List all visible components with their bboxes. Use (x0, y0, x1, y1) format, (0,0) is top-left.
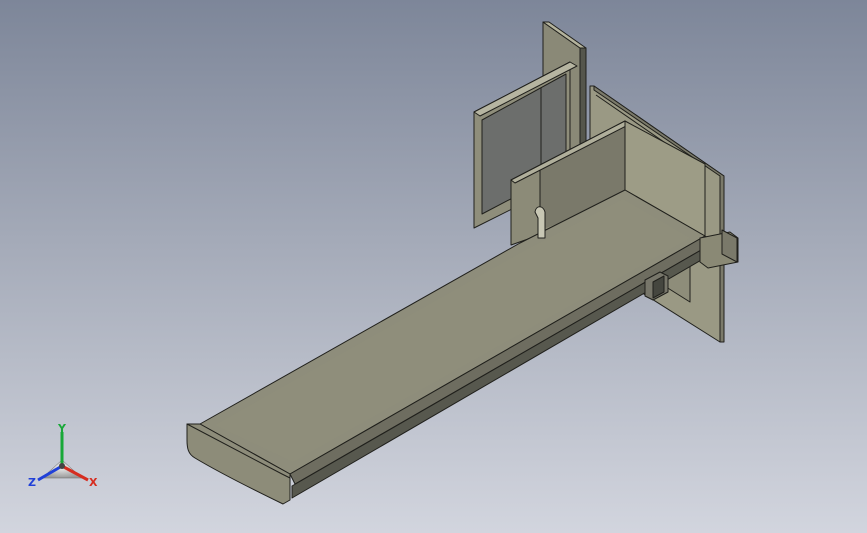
view-orientation-triad[interactable]: Y X Z (0, 0, 867, 533)
triad-label-y: Y (57, 422, 67, 435)
triad-origin (59, 463, 65, 469)
graphics-viewport[interactable]: Y X Z (0, 0, 867, 533)
triad-label-x: X (89, 476, 98, 489)
triad-label-z: Z (28, 476, 36, 489)
